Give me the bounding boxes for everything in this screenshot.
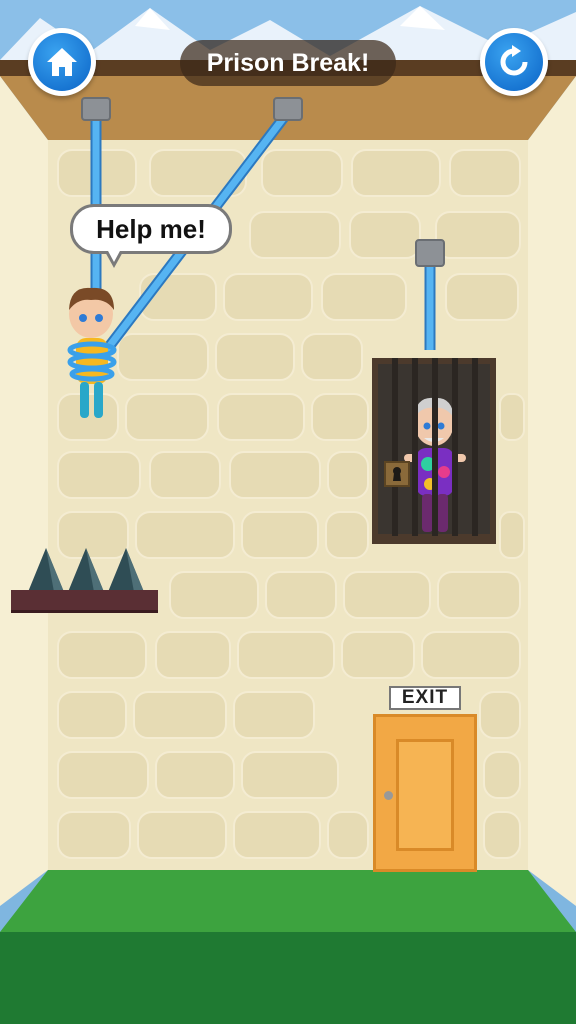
exit-sign-text: EXIT — [401, 687, 449, 708]
cage-lock[interactable] — [384, 461, 410, 487]
rope-anchor-left — [81, 97, 111, 121]
cage-bars — [372, 358, 496, 544]
exit-door[interactable] — [373, 714, 477, 872]
exit-sign: EXIT — [389, 686, 461, 710]
rope-anchor-cage — [415, 239, 445, 267]
spike-shelf — [11, 590, 158, 610]
door-knob — [384, 791, 393, 800]
door-panel — [396, 739, 454, 851]
restart-button[interactable] — [480, 28, 548, 96]
speech-bubble: Help me! — [70, 204, 232, 254]
home-icon — [47, 48, 77, 76]
restart-icon — [500, 45, 528, 76]
hostage-boy — [67, 287, 117, 418]
speech-bubble-text: Help me! — [96, 213, 206, 244]
home-button[interactable] — [28, 28, 96, 96]
speech-bubble-tail-fill — [107, 249, 121, 262]
rope-anchor-right — [273, 97, 303, 121]
level-title-text: Prison Break! — [206, 48, 370, 77]
level-title: Prison Break! — [180, 40, 396, 86]
keyhole-icon — [393, 467, 401, 481]
spike-trap — [28, 548, 144, 592]
